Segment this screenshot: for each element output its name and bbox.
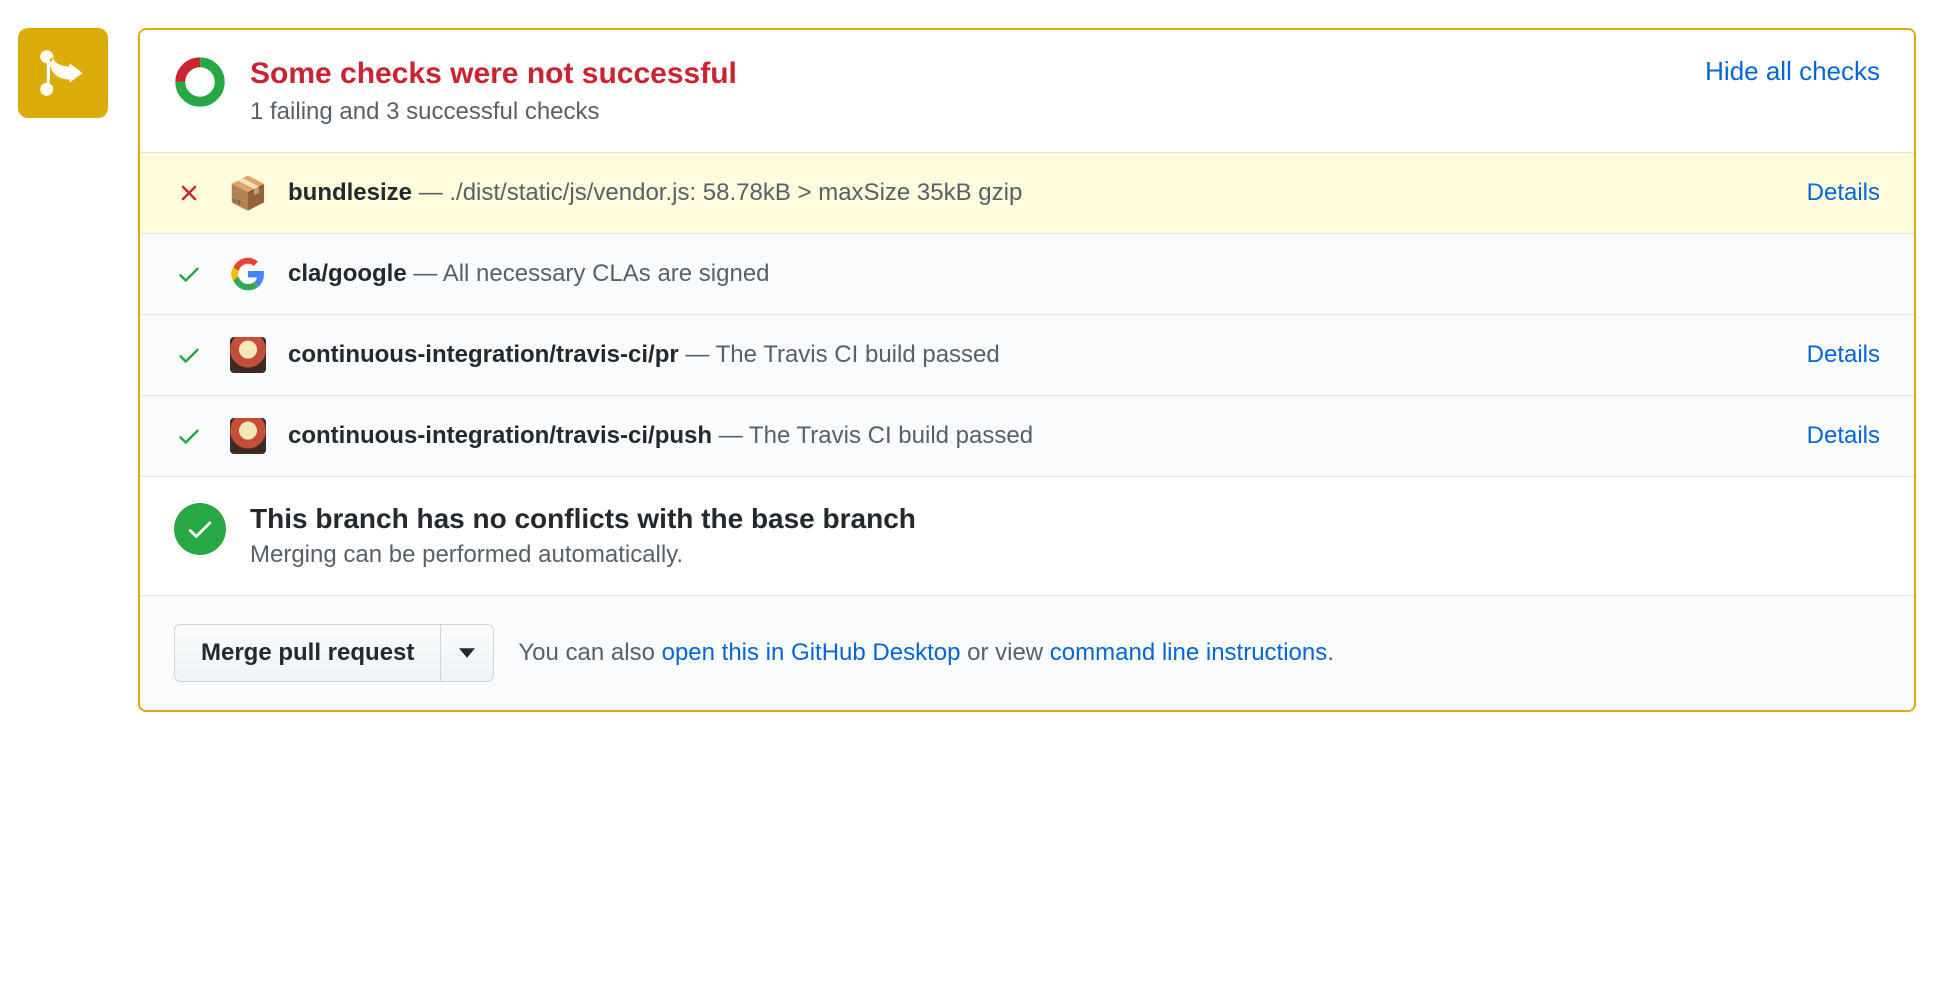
merge-status-heading: This branch has no conflicts with the ba… xyxy=(250,503,916,535)
check-avatar-google-icon xyxy=(228,254,268,294)
merge-status-panel: Some checks were not successful 1 failin… xyxy=(138,28,1916,712)
merge-hint-suffix: . xyxy=(1327,639,1334,666)
check-text: continuous-integration/travis-ci/pr — Th… xyxy=(288,341,1791,369)
open-in-desktop-link[interactable]: open this in GitHub Desktop xyxy=(662,639,961,666)
command-line-instructions-link[interactable]: command line instructions xyxy=(1050,639,1327,666)
check-description: — ./dist/static/js/vendor.js: 58.78kB > … xyxy=(412,179,1022,206)
merge-success-icon xyxy=(174,503,226,555)
check-details-link[interactable]: Details xyxy=(1807,422,1880,450)
checks-summary-section: Some checks were not successful 1 failin… xyxy=(140,30,1914,153)
merge-pull-request-button[interactable]: Merge pull request xyxy=(175,625,440,681)
check-row: continuous-integration/travis-ci/pr — Th… xyxy=(140,315,1914,396)
check-description: — All necessary CLAs are signed xyxy=(407,260,770,287)
checks-summary-subtitle: 1 failing and 3 successful checks xyxy=(250,98,1705,126)
merge-status-subtext: Merging can be performed automatically. xyxy=(250,541,916,569)
check-details-link[interactable]: Details xyxy=(1807,179,1880,207)
merge-button-group: Merge pull request xyxy=(174,624,494,682)
check-description: — The Travis CI build passed xyxy=(679,341,1000,368)
check-icon xyxy=(174,423,204,449)
x-icon xyxy=(174,180,204,206)
check-name: continuous-integration/travis-ci/push xyxy=(288,422,712,449)
check-text: continuous-integration/travis-ci/push — … xyxy=(288,422,1791,450)
check-row: continuous-integration/travis-ci/push — … xyxy=(140,396,1914,477)
timeline-merge-badge xyxy=(18,28,108,118)
check-name: continuous-integration/travis-ci/pr xyxy=(288,341,679,368)
check-row: 📦 bundlesize — ./dist/static/js/vendor.js… xyxy=(140,153,1914,234)
merge-hint-prefix: You can also xyxy=(518,639,661,666)
check-avatar-package-icon: 📦 xyxy=(228,173,268,213)
check-icon xyxy=(174,261,204,287)
check-text: bundlesize — ./dist/static/js/vendor.js:… xyxy=(288,179,1791,207)
check-name: bundlesize xyxy=(288,179,412,206)
merge-hint-middle: or view xyxy=(960,639,1049,666)
checks-summary-title: Some checks were not successful xyxy=(250,56,1705,92)
check-details-link[interactable]: Details xyxy=(1807,341,1880,369)
hide-all-checks-link[interactable]: Hide all checks xyxy=(1705,56,1880,87)
merge-actions-section: Merge pull request You can also open thi… xyxy=(140,596,1914,710)
merge-hint-text: You can also open this in GitHub Desktop… xyxy=(518,639,1334,667)
merge-conflict-status-section: This branch has no conflicts with the ba… xyxy=(140,477,1914,596)
check-text: cla/google — All necessary CLAs are sign… xyxy=(288,260,1880,288)
check-avatar-travis-icon xyxy=(228,335,268,375)
git-merge-icon xyxy=(37,47,89,99)
merge-options-dropdown-button[interactable] xyxy=(440,625,493,681)
check-row: cla/google — All necessary CLAs are sign… xyxy=(140,234,1914,315)
check-icon xyxy=(174,342,204,368)
check-description: — The Travis CI build passed xyxy=(712,422,1033,449)
check-name: cla/google xyxy=(288,260,407,287)
checks-donut-icon xyxy=(174,56,226,108)
caret-down-icon xyxy=(459,648,475,658)
check-avatar-travis-icon xyxy=(228,416,268,456)
